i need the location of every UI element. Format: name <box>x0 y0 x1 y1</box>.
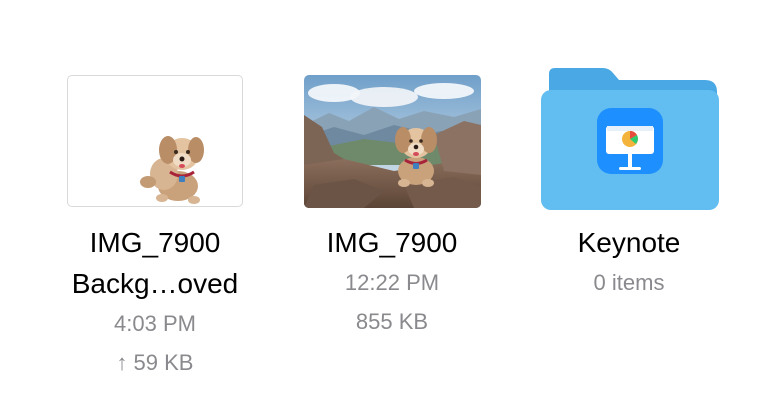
dog-cutout-thumbnail-icon <box>140 136 204 204</box>
image-thumbnail[interactable] <box>67 75 243 207</box>
file-name: IMG_7900 <box>89 227 221 258</box>
folder-icon[interactable] <box>541 68 719 210</box>
image-thumbnail[interactable] <box>304 75 481 208</box>
file-size: 855 KB <box>355 309 429 334</box>
file-size: 59 KB <box>133 350 194 375</box>
folder-with-keynote-icon <box>541 68 719 210</box>
dog-on-rocks-photo-thumbnail-icon <box>304 75 481 208</box>
folder-item-count: 0 items <box>593 270 665 295</box>
file-item-img-7900-background-removed[interactable]: IMG_7900 Backg…oved 4:03 PM ↑ 59 KB <box>35 0 275 414</box>
folder-name: Keynote <box>577 227 681 258</box>
file-time: 4:03 PM <box>114 311 196 336</box>
folder-item-keynote[interactable]: Keynote 0 items <box>509 0 749 414</box>
up-arrow-icon: ↑ <box>116 350 128 375</box>
file-size-row: ↑ 59 KB <box>35 348 275 378</box>
file-item-img-7900[interactable]: IMG_7900 12:22 PM 855 KB <box>272 0 512 414</box>
file-name-continued: Backg…oved <box>71 268 239 299</box>
file-time: 12:22 PM <box>344 270 440 295</box>
file-name: IMG_7900 <box>326 227 458 258</box>
